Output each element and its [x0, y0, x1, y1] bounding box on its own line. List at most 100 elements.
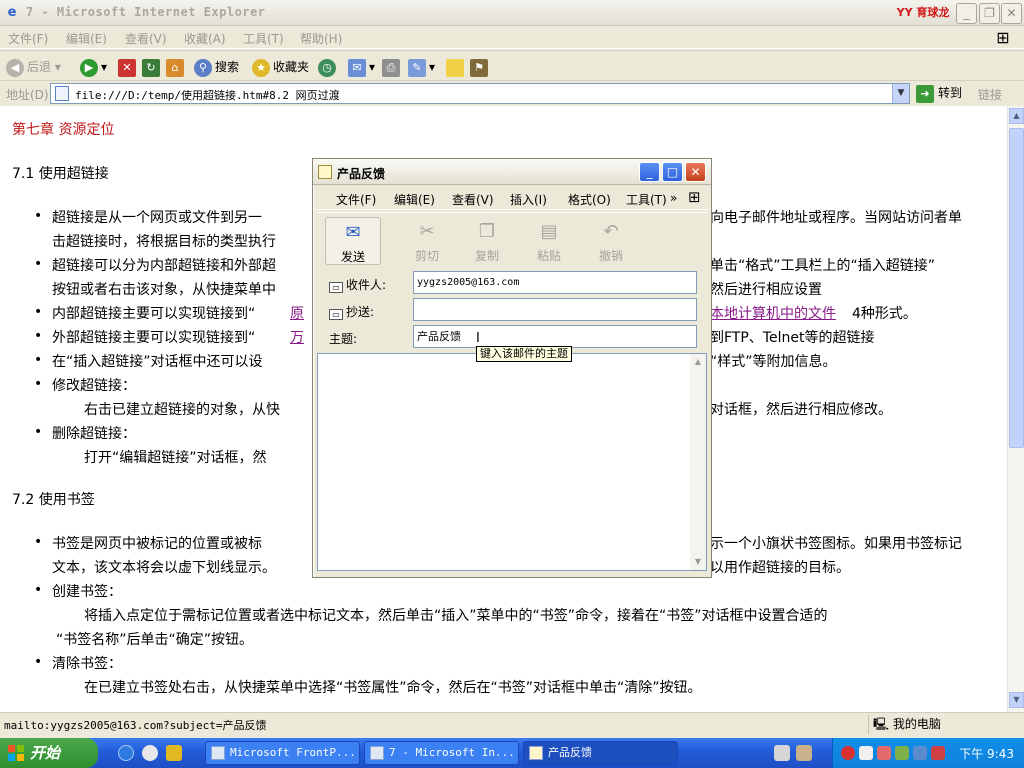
dialog-close-button[interactable]: ✕ — [685, 162, 706, 182]
menu-edit[interactable]: 编辑(E) — [66, 30, 107, 47]
dialog-toolbar: ✉ 发送 ✂ 剪切 ❐ 复制 ▤ 粘贴 ↶ 撤销 — [317, 212, 707, 268]
dialog-menu-format[interactable]: 格式(O) — [568, 191, 611, 208]
maximize-button[interactable]: ❐ — [979, 3, 1000, 24]
stop-button[interactable]: ✕ — [118, 56, 139, 78]
back-button[interactable]: ◀ 后退 ▾ — [6, 56, 61, 78]
dialog-menu-view[interactable]: 查看(V) — [452, 191, 494, 208]
link-www[interactable]: 万 — [290, 328, 304, 348]
dialog-title: 产品反馈 — [337, 167, 386, 181]
links-button[interactable]: 链接 — [978, 86, 1002, 103]
send-icon: ✉ — [345, 222, 361, 243]
favorites-button[interactable]: ★ 收藏夹 — [252, 56, 309, 78]
task-feedback[interactable]: 产品反馈 — [523, 741, 678, 765]
message-body[interactable]: ▲ ▼ — [317, 353, 707, 571]
menu-favorites[interactable]: 收藏(A) — [184, 30, 226, 47]
link-original-page[interactable]: 原 — [290, 304, 304, 324]
messenger-icon: ⚑ — [470, 58, 488, 77]
dialog-menu-insert[interactable]: 插入(I) — [510, 191, 547, 208]
menu-file[interactable]: 文件(F) — [8, 30, 48, 47]
bullet-text: 内部超链接主要可以实现链接到“ — [52, 306, 256, 322]
bullet-desc: “书签名称”后单击“确定”按钮。 — [56, 632, 254, 648]
clock: 下午 9:43 — [959, 747, 1014, 761]
dialog-menu-tools[interactable]: 工具(T) — [626, 191, 667, 208]
close-button[interactable]: ✕ — [1001, 3, 1022, 24]
bullet-text: 击超链接时，将根据目标的类型执行 — [52, 234, 276, 250]
scroll-down-icon[interactable]: ▼ — [1009, 692, 1024, 708]
forward-button[interactable]: ▶ ▾ — [80, 56, 107, 78]
address-input[interactable]: file:///D:/temp/使用超链接.htm#8.2 网页过渡 ▼ — [50, 83, 910, 104]
task-frontpage[interactable]: Microsoft FrontP... — [205, 741, 360, 765]
scroll-down-icon[interactable]: ▼ — [690, 554, 706, 570]
send-button[interactable]: ✉ 发送 — [325, 217, 381, 265]
refresh-button[interactable]: ↻ — [142, 56, 163, 78]
go-button[interactable]: ➜ 转到 — [916, 83, 962, 104]
ie-title-bar[interactable]: e 7 - Microsoft Internet Explorer YY 育球龙… — [0, 0, 1024, 26]
bullet-text: 文本，该文本将会以虚下划线显示。 — [52, 560, 276, 576]
tray-tool-icon[interactable] — [774, 745, 790, 761]
tray-pen-icon[interactable] — [796, 745, 812, 761]
subject-field[interactable]: 产品反馈 — [413, 325, 697, 348]
edit-page-icon: ✎ — [408, 58, 426, 77]
tray-icon-1[interactable] — [841, 746, 855, 760]
address-dropdown-icon[interactable]: ▼ — [892, 84, 909, 103]
security-icon[interactable] — [931, 746, 945, 760]
refresh-icon: ↻ — [142, 58, 160, 77]
network-icon[interactable] — [913, 746, 927, 760]
section-7-2-heading: 7.2 使用书签 — [12, 492, 95, 508]
dialog-menu-file[interactable]: 文件(F) — [336, 191, 376, 208]
ime-icon[interactable] — [859, 746, 873, 760]
scroll-thumb[interactable] — [1009, 128, 1024, 448]
start-button[interactable]: 开始 — [0, 738, 98, 768]
cc-field[interactable] — [413, 298, 697, 321]
search-button[interactable]: ⚲ 搜索 — [194, 56, 239, 78]
subject-label: 主题: — [329, 332, 358, 346]
discuss-button[interactable] — [446, 56, 467, 78]
paste-button[interactable]: ▤ 粘贴 — [521, 217, 577, 265]
dialog-menu-edit[interactable]: 编辑(E) — [394, 191, 435, 208]
dialog-minimize-button[interactable]: _ — [639, 162, 660, 182]
dialog-maximize-button[interactable]: □ — [662, 162, 683, 182]
task-ie[interactable]: 7 - Microsoft In... — [364, 741, 519, 765]
messenger-button[interactable]: ⚑ — [470, 56, 491, 78]
undo-button[interactable]: ↶ 撤销 — [583, 217, 639, 265]
copy-button[interactable]: ❐ 复制 — [459, 217, 515, 265]
forward-arrow-icon: ▶ — [80, 58, 98, 77]
bullet-text: 单击“格式”工具栏上的“插入超链接” — [710, 258, 936, 274]
scroll-up-icon[interactable]: ▲ — [690, 354, 706, 370]
bullet-desc: 在已建立书签处右击，从快捷菜单中选择“书签属性”命令，然后在“书签”对话框中单击… — [84, 680, 702, 696]
tray-icon-3[interactable] — [877, 746, 891, 760]
app-quicklaunch-icon[interactable] — [166, 745, 182, 761]
dialog-title-bar[interactable]: 产品反馈 _ □ ✕ — [313, 159, 711, 185]
scroll-up-icon[interactable]: ▲ — [1009, 108, 1024, 124]
cc-row: ▭ 抄送: — [323, 298, 707, 322]
tray-icon-4[interactable] — [895, 746, 909, 760]
windows-logo-icon: ⊞ — [996, 28, 1010, 47]
bullet-desc: 对话框，然后进行相应修改。 — [710, 402, 892, 418]
body-scrollbar[interactable]: ▲ ▼ — [690, 354, 706, 570]
to-field[interactable]: yygzs2005@163.com — [413, 271, 697, 294]
mail-button[interactable]: ✉ ▾ — [348, 56, 375, 78]
media-quicklaunch-icon[interactable] — [142, 745, 158, 761]
home-button[interactable]: ⌂ — [166, 56, 187, 78]
bullet-text: 删除超链接： — [52, 426, 136, 442]
history-button[interactable]: ◷ — [318, 56, 339, 78]
bullet-text: 按钮或者右击该对象，从快捷菜单中 — [52, 282, 276, 298]
bullet-text: 清除书签： — [52, 656, 122, 672]
print-button[interactable]: ⎙ — [382, 56, 403, 78]
menu-tools[interactable]: 工具(T) — [243, 30, 284, 47]
dialog-menu-more[interactable]: » — [670, 191, 677, 205]
cut-button[interactable]: ✂ 剪切 — [399, 217, 455, 265]
minimize-button[interactable]: _ — [956, 3, 977, 24]
page-scrollbar[interactable]: ▲ ▼ — [1007, 106, 1024, 712]
home-icon: ⌂ — [166, 58, 184, 77]
to-label[interactable]: ▭ 收件人: — [329, 276, 386, 293]
bullet-desc: 右击已建立超链接的对象，从快 — [84, 402, 280, 418]
bullet-text: 然后进行相应设置 — [710, 282, 822, 298]
menu-help[interactable]: 帮助(H) — [300, 30, 342, 47]
link-local-file[interactable]: 本地计算机中的文件 — [710, 304, 836, 324]
menu-view[interactable]: 查看(V) — [125, 30, 167, 47]
address-book-icon: ▭ — [329, 282, 343, 293]
ie-quicklaunch-icon[interactable] — [118, 745, 134, 761]
cc-label[interactable]: ▭ 抄送: — [329, 303, 374, 320]
edit-button[interactable]: ✎ ▾ — [408, 56, 435, 78]
